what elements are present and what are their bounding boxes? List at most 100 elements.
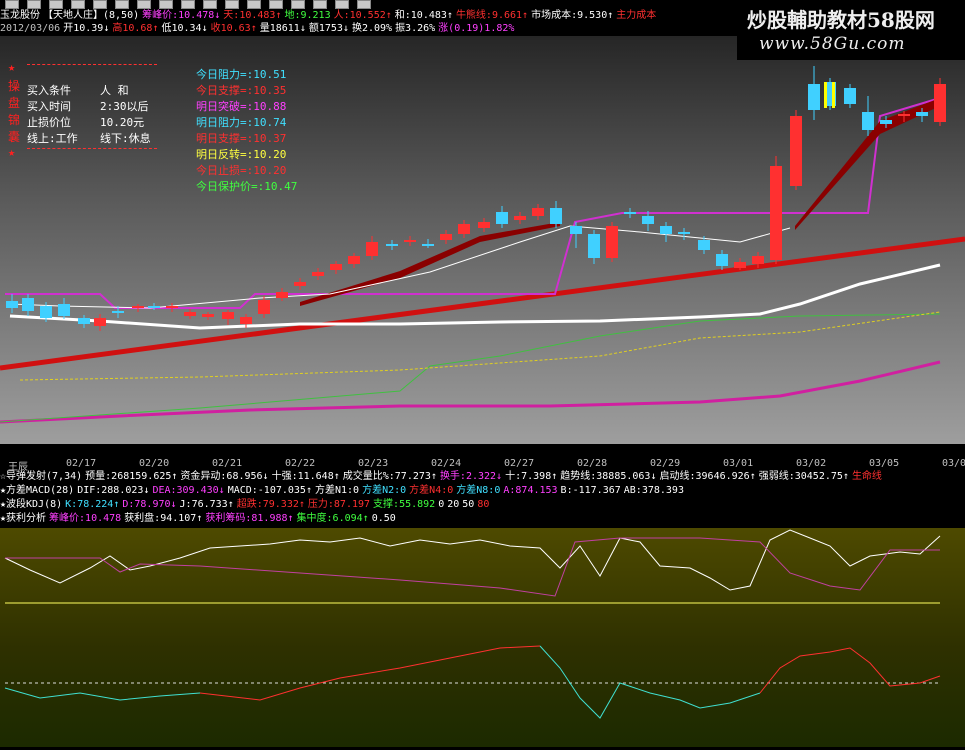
date-tick: 02/17 (66, 458, 97, 469)
candle-body (588, 234, 600, 258)
toolbar-button[interactable] (269, 0, 283, 9)
indicator-value: 生命线 (851, 471, 882, 482)
candle-body (78, 318, 90, 324)
candle-body (808, 84, 820, 110)
candle-highlight (824, 82, 827, 108)
quote-field: 【天地人庄】(8,50) (43, 10, 140, 21)
quote-field: 筹峰价:10.478↓ (142, 10, 221, 21)
toolbar-button[interactable] (93, 0, 107, 9)
kdj-j-line-2 (759, 647, 941, 694)
toolbar-button[interactable] (181, 0, 195, 9)
quote-field: 人:10.552↑ (333, 10, 392, 21)
candle-body (440, 234, 452, 240)
candle-body (478, 222, 490, 228)
divider (27, 64, 157, 65)
quote-field: 地:9.213 (284, 10, 331, 21)
indicator-value: 十强:11.648↑ (271, 471, 340, 482)
candle-body (6, 301, 18, 308)
toolbar-button[interactable] (159, 0, 173, 9)
candle-body (880, 120, 892, 124)
candle-body (112, 311, 124, 313)
ma-white-line (9, 263, 941, 330)
candle-body (660, 226, 672, 234)
date-tick: 02/23 (358, 458, 389, 469)
quote-field: 天:10.483↑ (223, 10, 282, 21)
indicator-row: ★获利分析 筹峰价:10.478 获利盘:94.107↑ 获利筹码:81.988↑ 集中… (0, 512, 965, 525)
toolbar-button[interactable] (115, 0, 129, 9)
candle-body (716, 254, 728, 266)
date-tick: 03/02 (796, 458, 827, 469)
toolbar-button[interactable] (313, 0, 327, 9)
price-field: 换2.09% (351, 23, 393, 34)
strategy-value: 2:30以后 (100, 100, 149, 113)
candle-body (330, 264, 342, 270)
price-field: 涨(0.19)1.82% (438, 23, 515, 34)
indicator-value: 成交量比%:77.273↑ (342, 471, 437, 482)
indicator-value: A:874.153 (503, 485, 558, 496)
indicator-value: 获利筹码:81.988↑ (205, 513, 294, 524)
quote-field: 和:10.483↑ (394, 10, 453, 21)
candle-body (678, 232, 690, 234)
toolbar-button[interactable] (71, 0, 85, 9)
indicator-value: 方差N4:0 (409, 485, 454, 496)
toolbar-button[interactable] (5, 0, 19, 9)
long-trend-line (0, 236, 965, 371)
toolbar-button[interactable] (225, 0, 239, 9)
price-level: 明日反转=:10.20 (196, 148, 287, 161)
candle-body (514, 216, 526, 220)
indicator-value: ★波段KDJ(8) (0, 499, 63, 510)
price-level: 今日止损=:10.20 (196, 164, 287, 177)
divider (27, 148, 157, 149)
indicator-value: 0.50 (371, 513, 396, 524)
candle-body (458, 224, 470, 234)
indicator-value: J:76.733↑ (179, 499, 234, 510)
indicator-value: B:-117.367 (560, 485, 621, 496)
candle-body (132, 306, 144, 308)
toolbar-button[interactable] (27, 0, 41, 9)
quote-field: 牛熊线:9.661↑ (455, 10, 529, 21)
date-tick: 02/29 (650, 458, 681, 469)
candle-body (58, 304, 70, 316)
date-tick: 03/0 (942, 458, 965, 469)
watermark: 炒股輔助教材58股网 www.58Gu.com (737, 0, 965, 60)
price-field: 低10.34↓ (161, 23, 208, 34)
candle-body (862, 112, 874, 130)
price-field: 额1753↓ (308, 23, 349, 34)
price-level: 今日支撑=:10.35 (196, 84, 287, 97)
indicator-value: K:78.224↑ (65, 499, 120, 510)
price-field: 振3.26% (395, 23, 436, 34)
toolbar-button[interactable] (203, 0, 217, 9)
indicator-value: ★获利分析 (0, 513, 47, 524)
candle-body (294, 282, 306, 286)
candle-body (934, 84, 946, 122)
toolbar-button[interactable] (49, 0, 63, 9)
watermark-url: www.58Gu.com (759, 34, 906, 54)
indicator-row: ★方差MACD(28) DIF:288.023↓ DEA:309.430↓ MACD:… (0, 484, 965, 497)
candle-body (790, 116, 802, 186)
ma-thin-line (9, 225, 791, 309)
candle-body (570, 226, 582, 234)
indicator-value: 换手:2.322↓ (439, 471, 503, 482)
indicator-row: ☆导弹发射(7,34) 预量:268159.625↑ 资金异动:68.956↓ 十强:… (0, 470, 965, 483)
price-field: 收10.63↑ (210, 23, 257, 34)
toolbar-button[interactable] (137, 0, 151, 9)
strategy-value: 10.20元 (100, 116, 145, 129)
candle-body (642, 216, 654, 224)
price-level: 明日突破=:10.88 (196, 100, 287, 113)
indicator-value: 资金异动:68.956↓ (180, 471, 269, 482)
candle-body (770, 166, 782, 260)
strategy-label: 买入条件 (27, 84, 71, 97)
indicator-value: 支撑:55.892 (373, 499, 436, 510)
toolbar-button[interactable] (247, 0, 261, 9)
toolbar-button[interactable] (357, 0, 371, 9)
date-tick: 03/05 (869, 458, 900, 469)
toolbar-button[interactable] (335, 0, 349, 9)
quote-field: 主力成本 (616, 10, 657, 21)
profit-line (4, 529, 941, 591)
candle-body (240, 317, 252, 324)
toolbar-button[interactable] (291, 0, 305, 9)
kdj-j-line (199, 645, 541, 701)
strategy-label: 线上:工作 (27, 132, 78, 145)
kdj-k-line (4, 687, 201, 701)
profit-analysis-chart[interactable] (0, 528, 965, 747)
